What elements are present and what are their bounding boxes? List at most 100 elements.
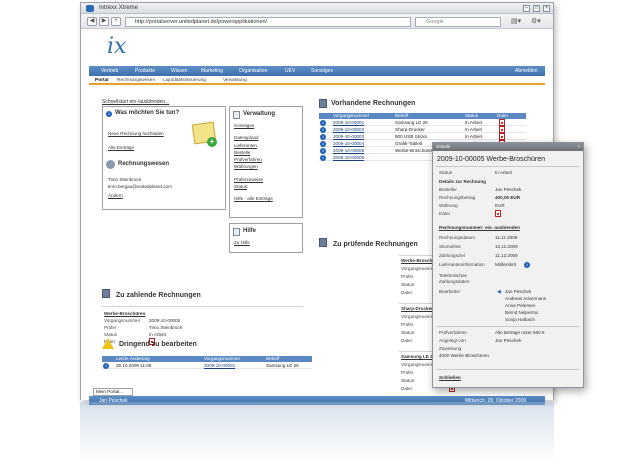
minimize-icon[interactable]: – [523, 5, 530, 12]
verwaltung-link-sonstiges[interactable]: Sonstiges [234, 123, 254, 128]
vorhandene-title: Vorhandene Rechnungen [331, 100, 416, 107]
nav-item-sonstiges[interactable]: Sonstiges [311, 68, 333, 74]
popup-status-label: Status [439, 170, 453, 175]
pruef-item-name[interactable]: Sharp-Drucker [401, 306, 433, 311]
popup-zuweisung-value: 4000 Werbe-Broschüren [439, 353, 489, 358]
verwaltung-link-pruefverfahren[interactable]: Prüfverfahren [234, 157, 262, 162]
search-input[interactable]: Google [415, 17, 501, 27]
add-icon[interactable]: + [207, 137, 217, 147]
zahl-item-name[interactable]: Werbe-Broschüren [104, 311, 145, 316]
table-row[interactable]: i 26.10.2009 11:06 2009-10-00001 Samsung… [102, 363, 312, 369]
zu-hilfe-link[interactable]: Zu Hilfe [234, 240, 250, 245]
nav-item-vertrieb[interactable]: Vertrieb [101, 68, 118, 74]
dringend-cell-betreff: Samsung LE 26 [266, 363, 299, 368]
tab-verwaltung[interactable]: Verwaltung [223, 78, 247, 83]
verwaltung-link-lieferanten[interactable]: Lieferanten [234, 143, 257, 148]
nav-item-uev[interactable]: UEV [285, 68, 295, 74]
pdf-icon[interactable] [499, 126, 505, 133]
info-icon[interactable]: i [524, 262, 530, 268]
pruef-label-status: Status [401, 282, 415, 287]
table-row[interactable]: i 2009-10-00002 Sharp-Drucker In Arbeit [319, 126, 526, 133]
popup-field-value: EUR [495, 203, 505, 208]
info-icon[interactable]: i [320, 148, 326, 154]
col-dringend-betreff[interactable]: Betreff [266, 356, 279, 362]
mein-portal-menu[interactable]: Mein Portal... [93, 388, 133, 396]
quickstart-toggle-link[interactable]: Schnellstart ein-/ausblenden... [102, 99, 169, 105]
pdf-icon[interactable] [499, 133, 505, 140]
col-status[interactable]: Status [465, 113, 478, 119]
cell-vorgangsnummer[interactable]: 2009-10-00006 [333, 155, 364, 161]
verwaltung-link-waehrungen[interactable]: Währungen [234, 164, 258, 169]
popup-date-value: 11.12.2009 [495, 253, 518, 258]
dringend-cell-date: 26.10.2009 11:06 [116, 363, 152, 368]
new-tab-button[interactable]: + [111, 17, 121, 26]
col-vorgangsnummer[interactable]: Vorgangsnummer [333, 113, 369, 119]
popup-section-toggle[interactable]: Rechnungsnummer: ein- ausblenden [439, 225, 520, 230]
warning-icon [102, 338, 114, 349]
cell-vorgangsnummer[interactable]: 2009-10-00004 [333, 141, 364, 147]
pdf-icon[interactable] [495, 210, 501, 217]
info-icon[interactable]: i [103, 363, 109, 369]
window-reflection [80, 402, 554, 464]
address-bar[interactable]: http://portalserver.unitedplanet.de/powe… [125, 17, 411, 27]
change-link[interactable]: Ändern [108, 193, 123, 198]
nav-item-marketing[interactable]: Marketing [201, 68, 223, 74]
popup-close-icon[interactable]: × [577, 143, 580, 151]
popup-close-link[interactable]: Schließen [439, 375, 461, 380]
upload-invoice-link[interactable]: Neue Rechnung hochladen [108, 131, 164, 136]
cell-vorgangsnummer[interactable]: 2009-10-00003 [333, 134, 364, 140]
tab-portal[interactable]: Portal [95, 78, 109, 83]
mein-portal-label: Mein Portal... [96, 389, 124, 394]
pruef-label-datei: Datei [401, 290, 412, 295]
info-icon[interactable]: i [320, 120, 326, 126]
verwaltung-link-hilfe[interactable]: Hilfe - alle Einträge [234, 196, 273, 201]
maximize-icon[interactable]: □ [533, 5, 540, 12]
nav-item-wissen[interactable]: Wissen [171, 68, 187, 74]
nav-item-organisation[interactable]: Organisation [239, 68, 267, 74]
zahl-value-pruefer: Timo Steinbruck [149, 325, 183, 330]
info-icon[interactable]: i [320, 134, 326, 140]
all-entries-link[interactable]: Alle Einträge [108, 145, 134, 150]
bearbeiter-name: Andreas Ackermann [505, 296, 547, 301]
popup-date-value: 13.11.2009 [495, 244, 518, 249]
pdf-icon[interactable] [499, 119, 505, 126]
popup-date-value: Müllerskrit [495, 262, 516, 267]
info-icon[interactable]: i [320, 155, 326, 161]
back-button[interactable]: ◀ [87, 17, 97, 26]
help-document-icon [233, 228, 240, 236]
dringend-cell-nummer[interactable]: 2009-10-00001 [204, 363, 235, 369]
main-navigation: Vertrieb Produkte Wissen Marketing Organ… [89, 66, 545, 76]
col-betreff[interactable]: Betreff [395, 113, 408, 119]
popup-date-label: Lieferanteninformation [439, 262, 485, 267]
info-icon[interactable]: i [320, 127, 326, 133]
zahl-label-pruefer: Prüfer [104, 325, 117, 330]
table-row[interactable]: i 2009-10-00001 Samsung LE 26 In Arbeit [319, 119, 526, 126]
info-icon[interactable]: i [320, 141, 326, 147]
cell-vorgangsnummer[interactable]: 2009-10-00002 [333, 127, 364, 133]
table-row[interactable]: i 2009-10-00003 800 USB Sticks In Arbeit [319, 133, 526, 140]
page-menu-icon[interactable]: ▤▾ [511, 17, 527, 26]
forward-button[interactable]: ▶ [99, 17, 109, 26]
verwaltung-title: Verwaltung [243, 111, 276, 117]
verwaltung-link-bestelle[interactable]: Bestelle [234, 150, 250, 155]
col-letzte-aenderung[interactable]: Letzte Änderung [116, 356, 150, 362]
gear-icon[interactable]: ⚙▾ [531, 17, 547, 26]
nav-item-produkte[interactable]: Produkte [135, 68, 155, 74]
tab-rechnungswesen[interactable]: Rechnungswesen [117, 78, 155, 83]
pruef-item-name[interactable]: Samsung LE 26 [401, 354, 435, 359]
verwaltung-link-dateiupload[interactable]: Dateiupload [234, 135, 259, 140]
logout-link[interactable]: Abmelden [515, 68, 538, 74]
close-icon[interactable]: × [543, 5, 550, 12]
bearbeiter-name: Jan Peschek [505, 289, 532, 294]
cell-vorgangsnummer[interactable]: 2009-10-00001 [333, 120, 364, 126]
zahl-stack-icon [102, 289, 110, 298]
app-logo-icon [86, 5, 94, 12]
cell-vorgangsnummer[interactable]: 2009-10-00005 [333, 148, 364, 154]
col-dringend-vorgangsnummer[interactable]: Vorgangsnummer [204, 356, 240, 362]
hilfe-box: Hilfe Zu Hilfe [229, 223, 303, 253]
tab-liquiditaetssteuerung[interactable]: Liquiditätssteuerung [163, 78, 206, 83]
cell-betreff: Werbe-Broschüren [395, 148, 434, 153]
verwaltung-link-prueferzuweise[interactable]: Prüferzuweise [234, 177, 263, 182]
popup-field-label: Rechnungsbetrag [439, 195, 476, 200]
verwaltung-link-status[interactable]: Status [234, 184, 247, 189]
